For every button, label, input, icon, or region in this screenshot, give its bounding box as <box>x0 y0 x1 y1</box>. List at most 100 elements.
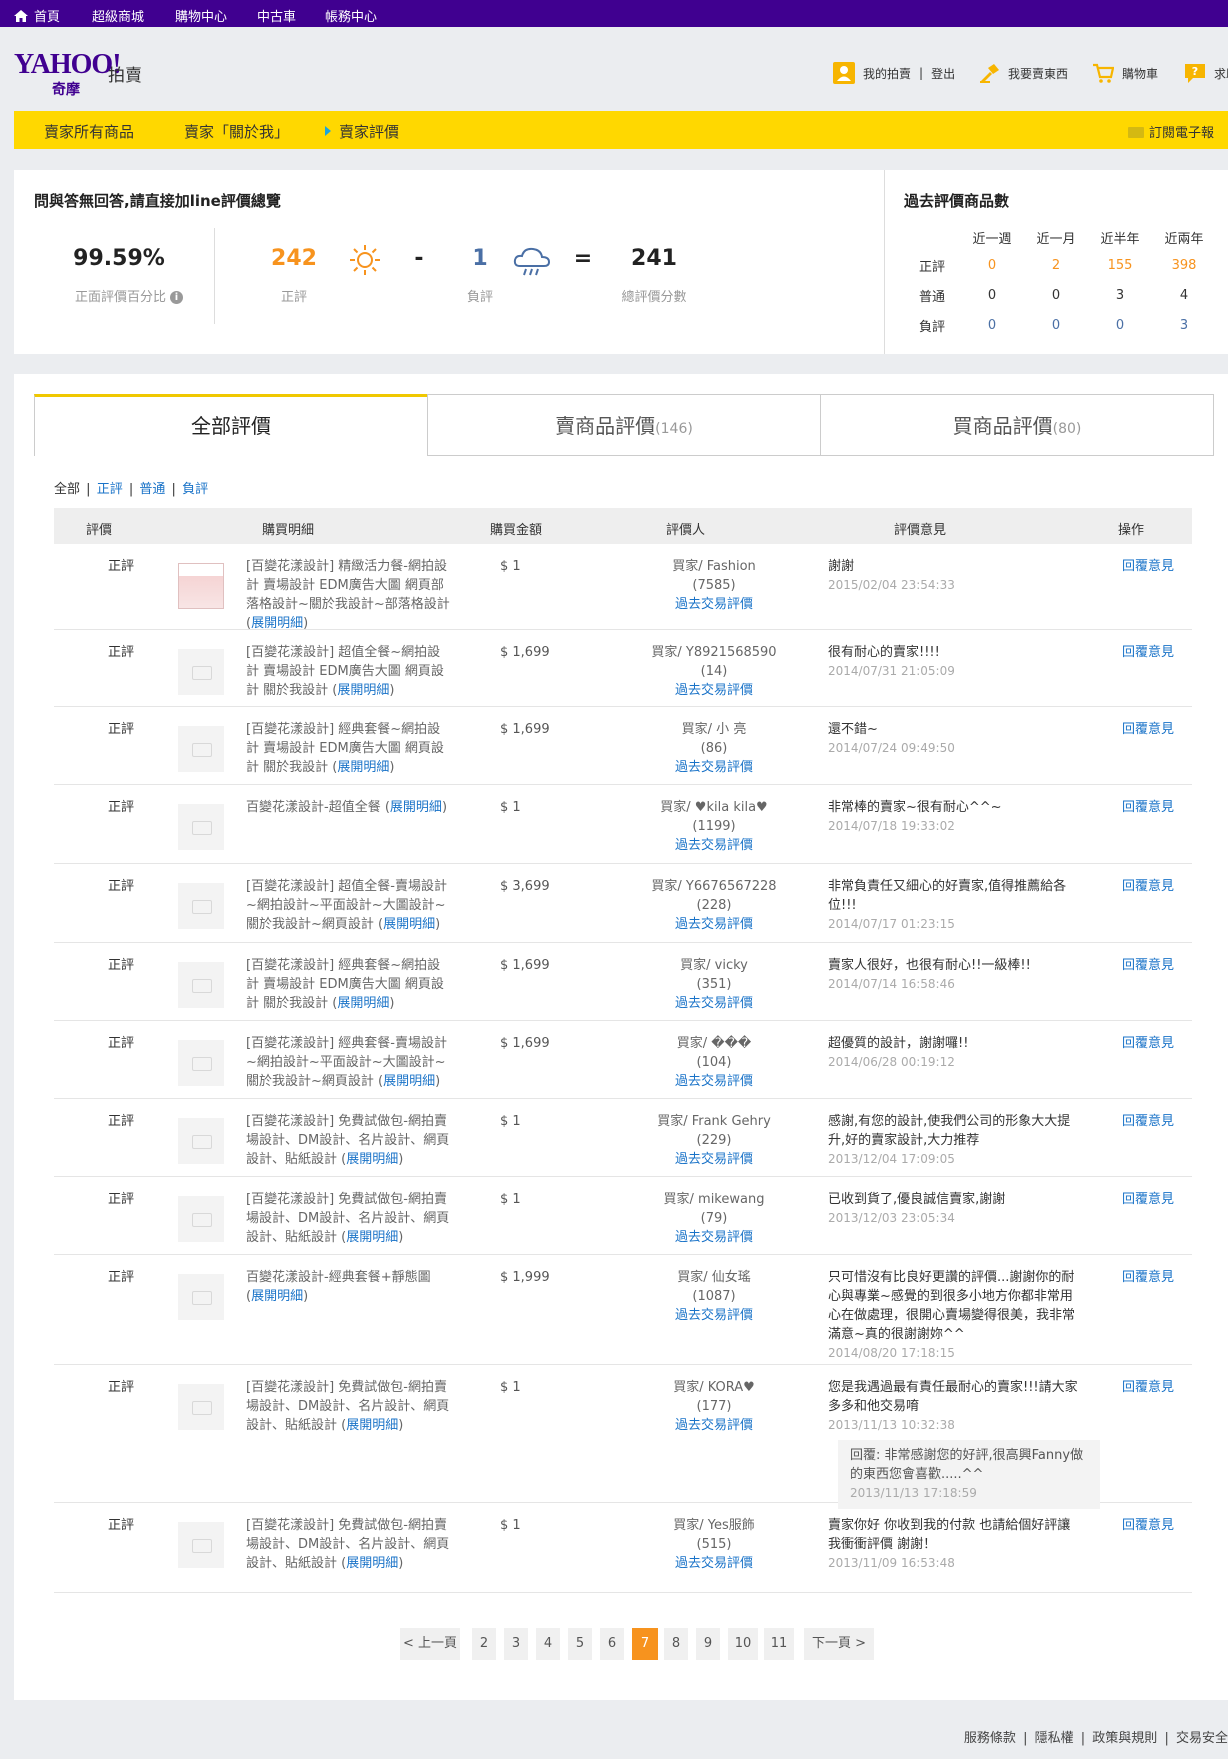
product-thumbnail[interactable] <box>178 1522 224 1568</box>
past-cell[interactable]: 398 <box>1152 250 1216 280</box>
past-cell[interactable]: 155 <box>1088 250 1152 280</box>
expand-details-link[interactable]: 展開明細 <box>383 1074 435 1089</box>
past-cell[interactable]: 0 <box>1088 310 1152 340</box>
product-title[interactable]: 百變花漾設計-經典套餐+靜態圖 <box>246 1270 431 1285</box>
filter-all[interactable]: 全部 <box>54 482 80 497</box>
page-button[interactable]: 10 <box>728 1628 758 1660</box>
page-button[interactable]: 2 <box>472 1628 496 1660</box>
product-thumbnail[interactable] <box>178 1384 224 1430</box>
top-nav-account[interactable]: 帳務中心 <box>325 6 377 25</box>
reply-button[interactable]: 回覆意見 <box>1122 1190 1174 1209</box>
footer-policy[interactable]: 政策與規則 <box>1092 1731 1157 1746</box>
past-transactions-link[interactable]: 過去交易評價 <box>675 760 753 775</box>
past-transactions-link[interactable]: 過去交易評價 <box>675 1074 753 1089</box>
product-title[interactable]: [百變花漾設計] 精緻活力餐-網拍設計 賣場設計 EDM廣告大圖 網頁部落格設計… <box>246 559 450 612</box>
rater-name[interactable]: 買家/ mikewang <box>634 1190 794 1209</box>
top-nav-used-car[interactable]: 中古車 <box>257 6 296 25</box>
past-transactions-link[interactable]: 過去交易評價 <box>675 996 753 1011</box>
prev-page-button[interactable]: < 上一頁 <box>400 1628 460 1660</box>
reply-button[interactable]: 回覆意見 <box>1122 643 1174 662</box>
page-button[interactable]: 4 <box>536 1628 560 1660</box>
past-transactions-link[interactable]: 過去交易評價 <box>675 1308 753 1323</box>
product-thumbnail[interactable] <box>178 1196 224 1242</box>
footer-privacy[interactable]: 隱私權 <box>1035 1731 1074 1746</box>
past-cell[interactable]: 0 <box>960 250 1024 280</box>
product-thumbnail[interactable] <box>178 649 224 695</box>
past-transactions-link[interactable]: 過去交易評價 <box>675 683 753 698</box>
rater-name[interactable]: 買家/ KORA♥ <box>634 1378 794 1397</box>
product-thumbnail[interactable] <box>178 962 224 1008</box>
tab-buy-ratings[interactable]: 買商品評價(80) <box>820 394 1214 456</box>
subscribe-newsletter[interactable]: 訂閱電子報 <box>1127 122 1214 141</box>
expand-details-link[interactable]: 展開明細 <box>337 683 389 698</box>
my-auction-link[interactable]: 我的拍賣 | 登出 <box>833 61 955 85</box>
rater-name[interactable]: 買家/ ��� <box>634 1034 794 1053</box>
past-cell[interactable]: 3 <box>1152 310 1216 340</box>
past-transactions-link[interactable]: 過去交易評價 <box>675 1418 753 1433</box>
past-cell[interactable]: 3 <box>1088 280 1152 310</box>
past-cell[interactable]: 2 <box>1024 250 1088 280</box>
expand-details-link[interactable]: 展開明細 <box>337 760 389 775</box>
page-button[interactable]: 5 <box>568 1628 592 1660</box>
rater-name[interactable]: 買家/ 仙女瑤 <box>634 1268 794 1287</box>
reply-button[interactable]: 回覆意見 <box>1122 1268 1174 1287</box>
expand-details-link[interactable]: 展開明細 <box>337 996 389 1011</box>
product-thumbnail[interactable] <box>178 563 224 609</box>
page-button[interactable]: 7 <box>632 1628 658 1660</box>
page-button[interactable]: 3 <box>504 1628 528 1660</box>
logout-link[interactable]: 登出 <box>931 65 955 82</box>
yahoo-logo[interactable]: YAHOO! 奇摩 拍賣 <box>14 49 142 98</box>
reply-button[interactable]: 回覆意見 <box>1122 956 1174 975</box>
filter-positive[interactable]: 正評 <box>97 482 123 497</box>
reply-button[interactable]: 回覆意見 <box>1122 557 1174 576</box>
page-button[interactable]: 11 <box>764 1628 794 1660</box>
cart-link[interactable]: 購物車 <box>1092 61 1158 85</box>
info-icon[interactable]: i <box>170 291 183 304</box>
sell-link[interactable]: 我要賣東西 <box>978 61 1068 85</box>
product-thumbnail[interactable] <box>178 804 224 850</box>
expand-details-link[interactable]: 展開明細 <box>390 800 442 815</box>
product-thumbnail[interactable] <box>178 883 224 929</box>
past-transactions-link[interactable]: 過去交易評價 <box>675 1556 753 1571</box>
reply-button[interactable]: 回覆意見 <box>1122 798 1174 817</box>
expand-details-link[interactable]: 展開明細 <box>383 917 435 932</box>
filter-negative[interactable]: 負評 <box>182 482 208 497</box>
footer-safety[interactable]: 交易安全 <box>1176 1731 1228 1746</box>
store-nav-all-items[interactable]: 賣家所有商品 <box>44 121 134 142</box>
footer-terms[interactable]: 服務條款 <box>964 1731 1016 1746</box>
page-button[interactable]: 8 <box>664 1628 688 1660</box>
next-page-button[interactable]: 下一頁 > <box>804 1628 874 1660</box>
past-transactions-link[interactable]: 過去交易評價 <box>675 917 753 932</box>
rater-name[interactable]: 買家/ Fashion <box>634 557 794 576</box>
tab-sell-ratings[interactable]: 賣商品評價(146) <box>427 394 821 456</box>
product-title[interactable]: 百變花漾設計-超值全餐 <box>246 800 381 815</box>
top-nav-home[interactable]: 首頁 <box>14 6 60 25</box>
past-transactions-link[interactable]: 過去交易評價 <box>675 1230 753 1245</box>
page-button[interactable]: 6 <box>600 1628 624 1660</box>
store-nav-ratings[interactable]: 賣家評價 <box>325 121 399 142</box>
rater-name[interactable]: 買家/ Frank Gehry <box>634 1112 794 1131</box>
expand-details-link[interactable]: 展開明細 <box>251 1289 303 1304</box>
page-button[interactable]: 9 <box>696 1628 720 1660</box>
rater-name[interactable]: 買家/ 小 亮 <box>634 720 794 739</box>
filter-neutral[interactable]: 普通 <box>139 482 165 497</box>
reply-button[interactable]: 回覆意見 <box>1122 1034 1174 1053</box>
rater-name[interactable]: 買家/ Y6676567228 <box>634 877 794 896</box>
expand-details-link[interactable]: 展開明細 <box>346 1230 398 1245</box>
past-cell[interactable]: 0 <box>960 310 1024 340</box>
help-link[interactable]: ? 求助 <box>1184 61 1228 85</box>
rater-name[interactable]: 買家/ vicky <box>634 956 794 975</box>
expand-details-link[interactable]: 展開明細 <box>346 1152 398 1167</box>
past-transactions-link[interactable]: 過去交易評價 <box>675 838 753 853</box>
product-thumbnail[interactable] <box>178 1118 224 1164</box>
product-thumbnail[interactable] <box>178 1274 224 1320</box>
reply-button[interactable]: 回覆意見 <box>1122 1516 1174 1535</box>
reply-button[interactable]: 回覆意見 <box>1122 877 1174 896</box>
top-nav-shopping[interactable]: 購物中心 <box>175 6 227 25</box>
reply-button[interactable]: 回覆意見 <box>1122 1112 1174 1131</box>
store-nav-about[interactable]: 賣家「關於我」 <box>184 121 289 142</box>
past-transactions-link[interactable]: 過去交易評價 <box>675 1152 753 1167</box>
rater-name[interactable]: 買家/ Yes服飾 <box>634 1516 794 1535</box>
tab-all-ratings[interactable]: 全部評價 <box>34 394 428 456</box>
reply-button[interactable]: 回覆意見 <box>1122 1378 1174 1397</box>
